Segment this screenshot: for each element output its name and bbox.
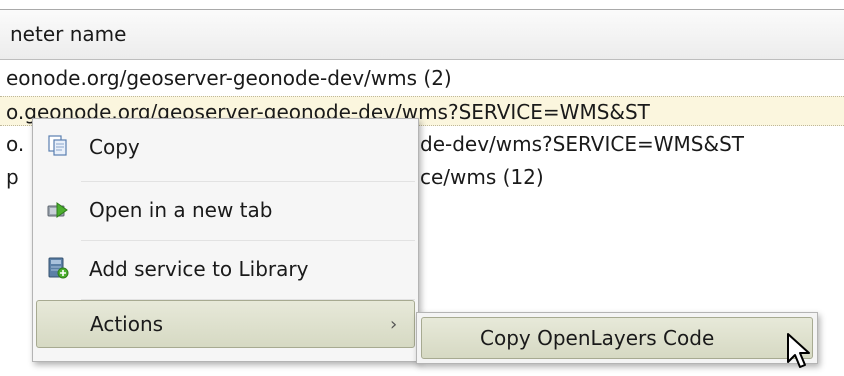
submenu-item-copy-openlayers-code[interactable]: Copy OpenLayers Code [421,317,813,359]
menu-item-actions[interactable]: Actions › [36,300,415,348]
menu-item-open-in-new-tab-label: Open in a new tab [89,198,273,222]
menu-item-open-in-new-tab[interactable]: Open in a new tab [33,182,418,238]
menu-item-copy[interactable]: Copy [33,119,418,179]
row-text-start: o. [6,132,25,156]
chevron-right-icon: › [390,314,398,335]
menu-item-actions-label: Actions [90,312,164,336]
menu-item-copy-label: Copy [89,135,140,159]
menu-item-add-service-to-library[interactable]: Add service to Library [33,241,418,299]
context-menu: Copy Open in a new tab Add service to Li… [32,118,419,362]
actions-submenu: Copy OpenLayers Code [416,312,818,364]
menu-item-add-service-to-library-label: Add service to Library [89,257,309,281]
copy-icon [47,134,69,156]
row-text: eonode.org/geoserver-geonode-dev/wms (2) [6,66,452,90]
submenu-item-label: Copy OpenLayers Code [480,326,715,350]
mouse-pointer-icon [786,332,812,376]
column-header-parameter-name[interactable]: neter name [0,10,844,60]
row-text-end: ce/wms (12) [420,165,544,189]
library-add-icon [47,257,69,279]
table-row[interactable]: eonode.org/geoserver-geonode-dev/wms (2) [0,63,844,93]
column-header-label: neter name [10,22,127,46]
row-text-start: p [6,165,19,189]
new-tab-icon [47,198,69,220]
row-text-end: de-dev/wms?SERVICE=WMS&ST [420,132,744,156]
